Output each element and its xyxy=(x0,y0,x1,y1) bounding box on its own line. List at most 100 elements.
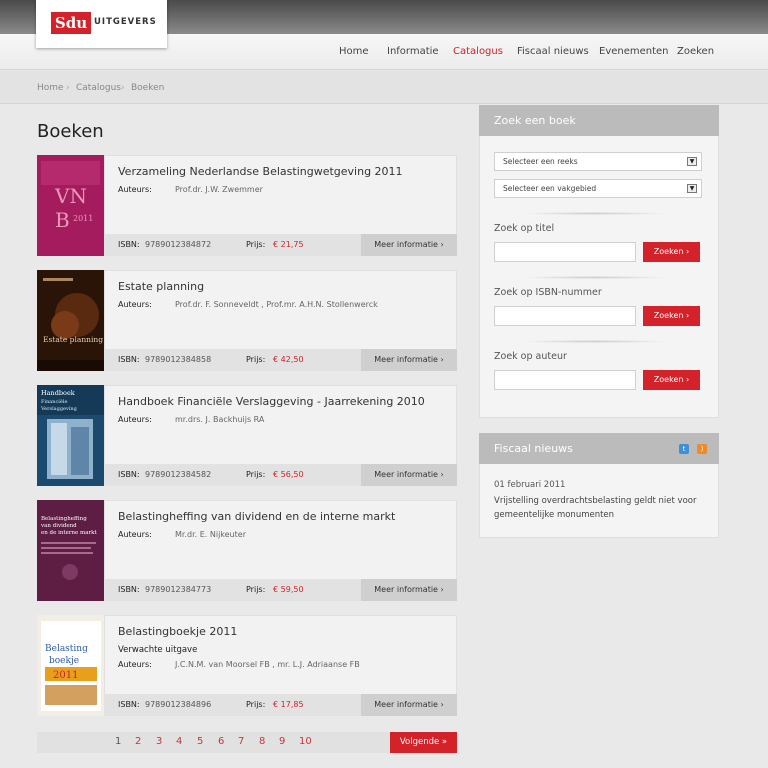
authors-value: J.C.N.M. van Moorsel FB , mr. L.J. Adria… xyxy=(175,660,360,669)
news-panel-title: Fiscaal nieuws xyxy=(494,442,573,455)
authors-label: Auteurs: xyxy=(118,300,152,309)
isbn-value: 9789012384872 xyxy=(145,240,212,249)
nav-fiscaal-nieuws[interactable]: Fiscaal nieuws xyxy=(517,46,589,57)
authors-value: mr.drs. J. Backhuijs RA xyxy=(175,415,265,424)
authors-label: Auteurs: xyxy=(118,415,152,424)
isbn-value: 9789012384896 xyxy=(145,700,212,709)
news-date: 01 februari 2011 xyxy=(494,480,566,490)
page-link[interactable]: 8 xyxy=(259,736,265,747)
isbn-label: ISBN: xyxy=(118,585,140,594)
svg-text:Belasting: Belasting xyxy=(45,644,88,654)
book-item: VN B 2011 Verzameling Nederlandse Belast… xyxy=(37,155,457,256)
svg-text:Estate planning: Estate planning xyxy=(43,335,103,344)
twitter-icon[interactable]: t xyxy=(679,444,689,454)
price-label: Prijs: xyxy=(246,470,266,479)
book-cover[interactable]: Belasting boekje 2011 xyxy=(37,615,104,716)
rss-icon[interactable]: ) xyxy=(697,444,707,454)
book-cover[interactable]: Handboek Financiële Verslaggeving xyxy=(37,385,104,486)
price-value: € 21,75 xyxy=(273,240,304,249)
price-label: Prijs: xyxy=(246,240,266,249)
page-link[interactable]: 9 xyxy=(279,736,285,747)
price-value: € 17,85 xyxy=(273,700,304,709)
svg-text:B: B xyxy=(55,208,70,232)
author-search-input[interactable] xyxy=(494,370,636,390)
book-title[interactable]: Verzameling Nederlandse Belastingwetgevi… xyxy=(118,165,403,178)
title-search-label: Zoek op titel xyxy=(494,223,555,234)
page-title: Boeken xyxy=(37,121,104,142)
search-panel-title: Zoek een boek xyxy=(494,114,576,127)
more-info-button[interactable]: Meer informatie › xyxy=(361,234,457,256)
page-link[interactable]: 5 xyxy=(197,736,203,747)
nav-zoeken[interactable]: Zoeken xyxy=(677,46,714,57)
book-cover[interactable]: Estate planning xyxy=(37,270,104,371)
authors-label: Auteurs: xyxy=(118,660,152,669)
book-item: Estate planning Estate planning Auteurs:… xyxy=(37,270,457,371)
page-link[interactable]: 7 xyxy=(238,736,244,747)
svg-text:boekje: boekje xyxy=(49,656,79,666)
price-label: Prijs: xyxy=(246,355,266,364)
isbn-label: ISBN: xyxy=(118,700,140,709)
svg-text:Handboek: Handboek xyxy=(41,389,75,397)
book-cover[interactable]: VN B 2011 xyxy=(37,155,104,256)
svg-text:VN: VN xyxy=(54,184,87,208)
svg-text:Belastingheffing: Belastingheffing xyxy=(41,516,87,522)
authors-label: Auteurs: xyxy=(118,185,152,194)
isbn-value: 9789012384582 xyxy=(145,470,212,479)
page-link[interactable]: 6 xyxy=(218,736,224,747)
svg-text:Verslaggeving: Verslaggeving xyxy=(40,406,78,412)
subject-select-value: Selecteer een vakgebied xyxy=(503,184,597,193)
more-info-button[interactable]: Meer informatie › xyxy=(361,694,457,716)
page-link[interactable]: 1 xyxy=(115,736,121,747)
book-title[interactable]: Belastingboekje 2011 xyxy=(118,625,237,638)
svg-text:van dividend: van dividend xyxy=(40,523,77,529)
divider xyxy=(520,340,670,343)
author-search-button[interactable]: Zoeken › xyxy=(643,370,700,390)
logo[interactable]: Sdu UITGEVERS xyxy=(36,0,167,48)
breadcrumb-home[interactable]: Home xyxy=(37,83,64,93)
book-title[interactable]: Belastingheffing van dividend en de inte… xyxy=(118,510,395,523)
page-link[interactable]: 10 xyxy=(299,736,312,747)
isbn-label: ISBN: xyxy=(118,470,140,479)
news-headline[interactable]: Vrijstelling overdrachtsbelasting geldt … xyxy=(494,494,714,522)
logo-text: UITGEVERS xyxy=(94,17,157,27)
isbn-label: ISBN: xyxy=(118,240,140,249)
svg-text:2011: 2011 xyxy=(53,670,78,681)
page-link[interactable]: 4 xyxy=(176,736,182,747)
isbn-search-label: Zoek op ISBN-nummer xyxy=(494,287,602,298)
book-cover[interactable]: Belastingheffing van dividend en de inte… xyxy=(37,500,104,601)
isbn-label: ISBN: xyxy=(118,355,140,364)
nav-informatie[interactable]: Informatie xyxy=(387,46,439,57)
authors-value: Mr.dr. E. Nijkeuter xyxy=(175,530,246,539)
book-title[interactable]: Estate planning xyxy=(118,280,204,293)
more-info-button[interactable]: Meer informatie › xyxy=(361,464,457,486)
price-value: € 59,50 xyxy=(273,585,304,594)
authors-value: Prof.dr. F. Sonneveldt , Prof.mr. A.H.N.… xyxy=(175,300,378,309)
isbn-search-button[interactable]: Zoeken › xyxy=(643,306,700,326)
nav-home[interactable]: Home xyxy=(339,46,369,57)
nav-evenementen[interactable]: Evenementen xyxy=(599,46,669,57)
breadcrumb-boeken: Boeken xyxy=(131,83,165,93)
series-select-value: Selecteer een reeks xyxy=(503,157,578,166)
title-search-input[interactable] xyxy=(494,242,636,262)
page-link[interactable]: 2 xyxy=(135,736,141,747)
logo-mark: Sdu xyxy=(51,12,91,34)
nav-catalogus[interactable]: Catalogus xyxy=(453,46,503,57)
next-page-button[interactable]: Volgende » xyxy=(390,732,457,753)
price-value: € 42,50 xyxy=(273,355,304,364)
title-search-button[interactable]: Zoeken › xyxy=(643,242,700,262)
isbn-search-input[interactable] xyxy=(494,306,636,326)
svg-text:en de interne markt: en de interne markt xyxy=(41,530,97,536)
svg-text:2011: 2011 xyxy=(73,214,93,223)
book-status: Verwachte uitgave xyxy=(118,645,198,655)
book-title[interactable]: Handboek Financiële Verslaggeving - Jaar… xyxy=(118,395,425,408)
page-link[interactable]: 3 xyxy=(156,736,162,747)
series-select[interactable]: Selecteer een reeks ▼ xyxy=(494,152,702,171)
subject-select[interactable]: Selecteer een vakgebied ▼ xyxy=(494,179,702,198)
breadcrumb-catalogus[interactable]: Catalogus xyxy=(76,83,121,93)
isbn-value: 9789012384858 xyxy=(145,355,212,364)
breadcrumb-separator: › xyxy=(121,83,125,93)
more-info-button[interactable]: Meer informatie › xyxy=(361,349,457,371)
more-info-button[interactable]: Meer informatie › xyxy=(361,579,457,601)
price-label: Prijs: xyxy=(246,700,266,709)
authors-value: Prof.dr. J.W. Zwemmer xyxy=(175,185,263,194)
